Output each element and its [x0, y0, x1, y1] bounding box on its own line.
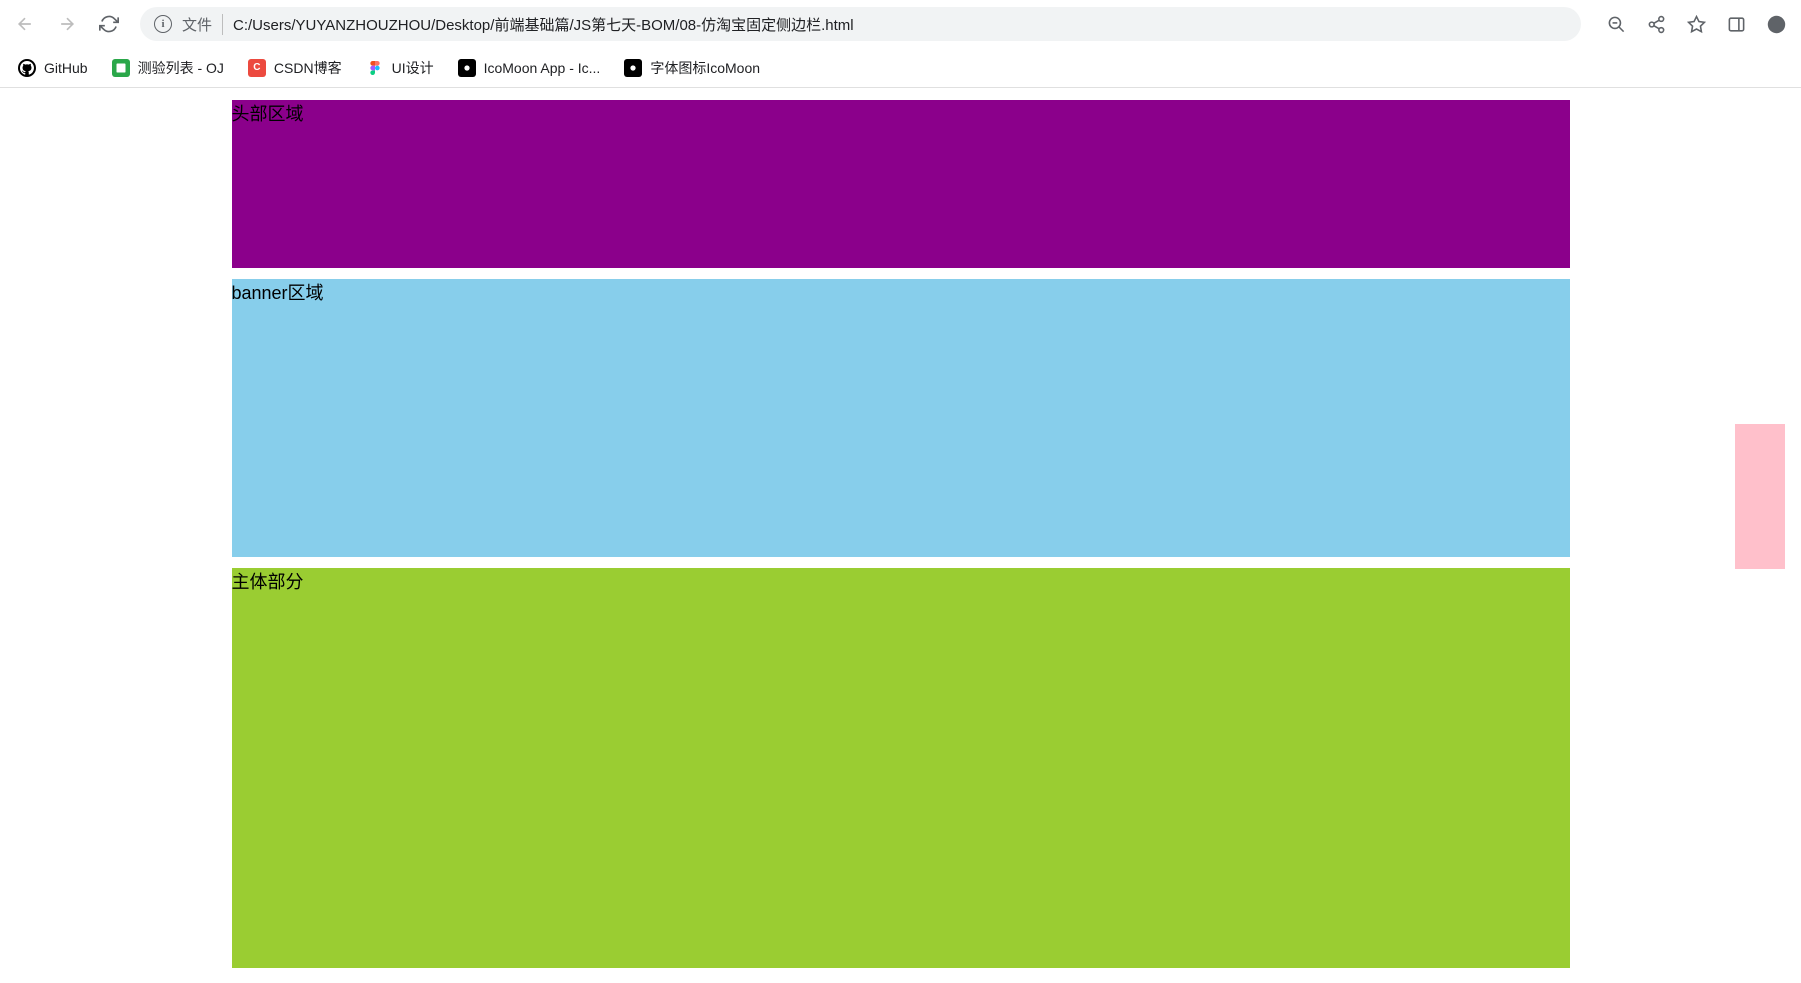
sidepanel-icon[interactable]	[1719, 7, 1753, 41]
bookmark-label: CSDN博客	[274, 58, 342, 78]
fixed-side-bar[interactable]	[1735, 424, 1785, 569]
toolbar-actions	[1599, 7, 1793, 41]
browser-toolbar: i 文件 C:/Users/YUYANZHOUZHOU/Desktop/前端基础…	[0, 0, 1801, 48]
reload-button[interactable]	[92, 7, 126, 41]
icomoon-icon	[458, 59, 476, 77]
csdn-icon: C	[248, 59, 266, 77]
main-section: 主体部分	[232, 568, 1570, 968]
content-inner: 头部区域 banner区域 主体部分	[232, 100, 1570, 968]
address-file-label: 文件	[182, 14, 223, 35]
share-icon[interactable]	[1639, 7, 1673, 41]
bookmark-csdn[interactable]: C CSDN博客	[238, 53, 352, 83]
icomoon-icon	[624, 59, 642, 77]
back-button[interactable]	[8, 7, 42, 41]
profile-avatar[interactable]	[1759, 7, 1793, 41]
address-bar[interactable]: i 文件 C:/Users/YUYANZHOUZHOU/Desktop/前端基础…	[140, 7, 1581, 41]
header-section: 头部区域	[232, 100, 1570, 268]
bookmark-oj[interactable]: 测验列表 - OJ	[102, 53, 234, 83]
bookmark-label: 测验列表 - OJ	[138, 58, 224, 78]
info-icon[interactable]: i	[154, 15, 172, 33]
address-url: C:/Users/YUYANZHOUZHOU/Desktop/前端基础篇/JS第…	[233, 14, 854, 35]
bookmark-icomoon-font[interactable]: 字体图标IcoMoon	[614, 53, 770, 83]
page-content: 头部区域 banner区域 主体部分	[0, 88, 1801, 983]
bookmarks-bar: GitHub 测验列表 - OJ C CSDN博客 UI设计 IcoMoon A…	[0, 48, 1801, 88]
bookmark-label: 字体图标IcoMoon	[650, 58, 760, 78]
bookmark-label: GitHub	[44, 60, 88, 76]
oj-icon	[112, 59, 130, 77]
figma-icon	[366, 59, 384, 77]
bookmark-figma[interactable]: UI设计	[356, 53, 444, 83]
github-icon	[18, 59, 36, 77]
bookmark-icomoon-app[interactable]: IcoMoon App - Ic...	[448, 54, 611, 82]
bookmark-label: IcoMoon App - Ic...	[484, 60, 601, 76]
bookmark-github[interactable]: GitHub	[8, 54, 98, 82]
forward-button[interactable]	[50, 7, 84, 41]
zoom-out-icon[interactable]	[1599, 7, 1633, 41]
bookmark-label: UI设计	[392, 58, 434, 78]
star-icon[interactable]	[1679, 7, 1713, 41]
banner-section: banner区域	[232, 279, 1570, 557]
